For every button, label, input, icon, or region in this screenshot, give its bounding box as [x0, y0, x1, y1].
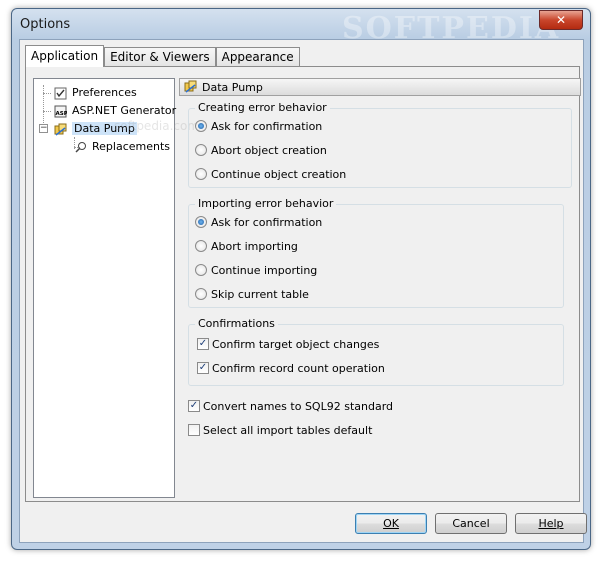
asp-icon: ASP — [54, 105, 68, 118]
checkbox-confirm-record-count[interactable]: ✓ Confirm record count operation — [197, 361, 385, 377]
tree-item-label: ASP.NET Generator — [72, 104, 177, 117]
radio-ask-confirmation-create[interactable]: Ask for confirmation — [195, 119, 322, 135]
data-pump-icon — [184, 80, 197, 98]
tab-application-label: Application — [31, 49, 99, 63]
option-label: Abort importing — [211, 240, 298, 253]
option-label: Skip current table — [211, 288, 309, 301]
checkbox-checked-icon: ✓ — [197, 362, 209, 374]
radio-ask-confirmation-import[interactable]: Ask for confirmation — [195, 215, 322, 231]
options-tree[interactable]: − Preferences ASP ASP.NET Generator Data… — [33, 78, 199, 498]
tab-application[interactable]: Application — [25, 45, 105, 67]
help-button[interactable]: Help — [515, 513, 587, 534]
radio-continue-object-creation[interactable]: Continue object creation — [195, 167, 346, 183]
checkbox-select-all-import-tables[interactable]: Select all import tables default — [188, 423, 372, 439]
option-label: Ask for confirmation — [211, 120, 323, 133]
tab-panel: − Preferences ASP ASP.NET Generator Data… — [25, 66, 581, 502]
checkbox-icon — [188, 424, 200, 436]
option-label: Confirm record count operation — [212, 362, 385, 375]
option-label: Continue importing — [211, 264, 318, 277]
option-label: Select all import tables default — [203, 424, 373, 437]
page-title: Data Pump — [202, 81, 263, 94]
svg-text:ASP: ASP — [56, 111, 68, 117]
data-pump-page: Data Pump Creating error behavior Ask fo… — [179, 78, 581, 498]
replacements-icon — [74, 141, 87, 154]
radio-selected-icon — [195, 216, 207, 228]
importing-error-group: Importing error behavior Ask for confirm… — [188, 197, 564, 308]
radio-continue-importing[interactable]: Continue importing — [195, 263, 317, 279]
radio-icon — [195, 144, 207, 156]
cancel-button[interactable]: Cancel — [435, 513, 507, 534]
checkbox-convert-sql92[interactable]: ✓ Convert names to SQL92 standard — [188, 399, 393, 415]
tree-line — [43, 93, 51, 94]
confirmations-group: Confirmations ✓ Confirm target object cha… — [188, 317, 564, 386]
tree-item-label: Preferences — [72, 86, 137, 99]
checkbox-confirm-target-object-changes[interactable]: ✓ Confirm target object changes — [197, 337, 379, 353]
creating-error-group: Creating error behavior Ask for confirma… — [188, 101, 572, 188]
radio-icon — [195, 240, 207, 252]
collapse-toggle[interactable]: − — [39, 124, 48, 133]
data-pump-icon — [54, 123, 67, 136]
radio-abort-object-creation[interactable]: Abort object creation — [195, 143, 327, 159]
options-window: Options SOFTPEDIA ✕ Application Editor &… — [11, 8, 591, 550]
tree-item-label: Replacements — [92, 140, 171, 153]
tree-item-asp-net-generator[interactable]: ASP ASP.NET Generator — [54, 102, 176, 120]
radio-icon — [195, 288, 207, 300]
preferences-icon — [54, 87, 67, 100]
page-header: Data Pump — [179, 78, 581, 96]
radio-skip-current-table[interactable]: Skip current table — [195, 287, 309, 303]
option-label: Convert names to SQL92 standard — [203, 400, 394, 413]
ok-button[interactable]: OK — [355, 513, 427, 534]
tree-line — [43, 85, 44, 127]
radio-abort-importing[interactable]: Abort importing — [195, 239, 298, 255]
cancel-button-label: Cancel — [452, 517, 490, 530]
radio-icon — [195, 168, 207, 180]
tab-editor-viewers-label: Editor & Viewers — [110, 50, 210, 64]
radio-icon — [195, 264, 207, 276]
dialog-client: Application Editor & Viewers Appearance … — [19, 39, 587, 543]
option-label: Ask for confirmation — [211, 216, 323, 229]
tree-item-preferences[interactable]: Preferences — [54, 84, 137, 102]
tree-item-replacements[interactable]: Replacements — [74, 138, 170, 156]
checkbox-checked-icon: ✓ — [188, 400, 200, 412]
radio-selected-icon — [195, 120, 207, 132]
help-button-label: Help — [538, 517, 564, 530]
ok-button-label: OK — [383, 517, 399, 530]
tree-line — [43, 111, 51, 112]
tab-appearance[interactable]: Appearance — [215, 47, 300, 67]
tab-editor-viewers[interactable]: Editor & Viewers — [104, 47, 216, 67]
close-button[interactable]: ✕ — [539, 10, 583, 30]
option-label: Confirm target object changes — [212, 338, 380, 351]
tab-appearance-label: Appearance — [221, 50, 294, 64]
tab-strip: Application Editor & Viewers Appearance — [25, 45, 300, 67]
group-title: Importing error behavior — [195, 197, 337, 210]
option-label: Continue object creation — [211, 168, 347, 181]
checkbox-checked-icon: ✓ — [197, 338, 209, 350]
group-title: Confirmations — [195, 317, 278, 330]
option-label: Abort object creation — [211, 144, 327, 157]
window-title: Options — [20, 17, 71, 32]
group-title: Creating error behavior — [195, 101, 330, 114]
